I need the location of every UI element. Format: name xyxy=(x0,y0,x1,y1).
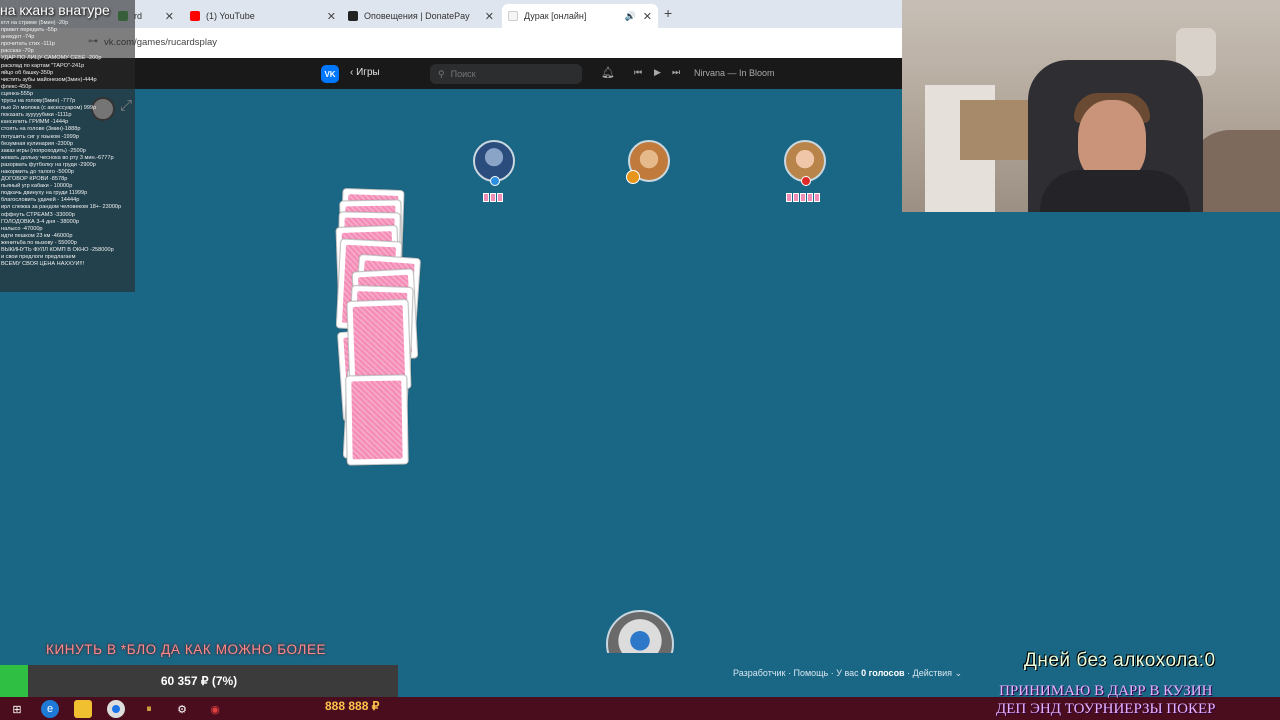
price-list-item: прочитать стих -111р xyxy=(1,41,55,48)
price-list-item: показать зууууубики -1111р xyxy=(1,112,72,119)
help-link[interactable]: Помощь xyxy=(793,668,828,678)
bell-icon[interactable]: 🔔︎ xyxy=(601,66,615,79)
price-list-item: заказ игры (попроходить) -2500р xyxy=(1,147,86,154)
votes-link[interactable]: 0 голосов xyxy=(861,668,904,678)
donatepay-icon xyxy=(348,11,358,21)
player-status-badge xyxy=(801,176,811,186)
play-icon[interactable]: ▶ xyxy=(654,67,661,78)
chrome-icon[interactable] xyxy=(107,700,125,718)
price-list-item: благословить удачей - 14444р xyxy=(1,197,80,204)
balance-display: 888 888 ₽ xyxy=(325,699,380,713)
promo-text: ПРИНИМАЮ В ДАРР В КУЗИН ДЕП ЭНД ТОУРНИЕР… xyxy=(996,682,1216,718)
new-tab-button[interactable]: + xyxy=(664,5,672,21)
player-card-count xyxy=(483,193,503,202)
price-list-item: анекдот -74р xyxy=(1,34,35,41)
price-list-item: ирл слежка за рандом человеком 18+- 2300… xyxy=(1,204,122,211)
promo-line: ДЕП ЭНД ТОУРНИЕРЗЫ ПОКЕР xyxy=(996,701,1216,717)
browser-tabbar: rd ✕ (1) YouTube ✕ Оповещения | DonatePa… xyxy=(0,0,902,28)
tab-youtube[interactable]: (1) YouTube ✕ xyxy=(184,4,342,28)
tab-label: (1) YouTube xyxy=(206,11,255,21)
gift-icon xyxy=(626,170,640,184)
price-list-item: стоять на голове (3мин)-1888р xyxy=(1,126,81,133)
price-list-item: ВЫКИНУТЬ ФУЛЛ КОМП В ОКНО -258000р xyxy=(1,247,114,253)
price-list-item: женитьба по вызову - 55000р xyxy=(1,239,77,246)
close-icon[interactable]: ✕ xyxy=(165,10,174,23)
tab-label: rd xyxy=(134,11,143,21)
price-list-item: ГОЛОДОВКА 3-4 дня - 38000р xyxy=(1,218,79,225)
donation-goal-bar: 60 357 ₽ (7%) xyxy=(0,665,398,697)
tab-durak[interactable]: Дурак [онлайн] 🔊 ✕ xyxy=(502,4,658,28)
price-list-item: подкачь двинуху на груди 11999р xyxy=(1,190,88,197)
obs-icon[interactable]: ⚙ xyxy=(173,700,191,718)
card-back xyxy=(345,374,409,466)
price-list-item: ктл на стриме (5мин) -20р xyxy=(1,20,69,26)
price-list-item: накормить до талого -5000р xyxy=(1,168,74,175)
back-label: Игры xyxy=(356,67,380,78)
webcam-arm xyxy=(1190,130,1280,212)
price-list-item: кансилить ГРИММ -1444р xyxy=(1,119,69,126)
price-list-item: чистить зубы майонезом(3мин)-444р xyxy=(1,76,97,83)
search-input[interactable]: ⚲ Поиск xyxy=(430,64,582,84)
start-icon[interactable]: ⊞ xyxy=(8,700,26,718)
webcam-box xyxy=(960,100,1030,160)
promo-line: ПРИНИМАЮ В ДАРР В КУЗИН xyxy=(999,683,1213,699)
price-list-item: идти пешком 23 км -46000р xyxy=(1,232,73,239)
footer-links: Разработчик · Помощь · У вас 0 голосов ·… xyxy=(733,668,963,678)
tab-label: Оповещения | DonatePay xyxy=(364,11,470,21)
search-placeholder: Поиск xyxy=(450,69,476,79)
developer-link[interactable]: Разработчик xyxy=(733,668,785,678)
stream-title: на кханз внатуре xyxy=(0,2,110,18)
price-list-item: сценка-555р xyxy=(1,90,34,97)
folder-icon[interactable] xyxy=(74,700,92,718)
webcam-body xyxy=(1040,170,1190,212)
chevron-down-icon: ⌄ xyxy=(954,668,963,678)
price-list-item: трусы на голову(5мин) -777р xyxy=(1,98,76,105)
price-list-item: пьяный угр кабаки - 10000р xyxy=(1,183,73,190)
price-list-item: пью 2л молока (с аксессуаром) 999р xyxy=(1,105,97,112)
price-list-panel: ктл на стриме (5мин) -20р привет передать… xyxy=(0,0,135,292)
votes-prefix: У вас xyxy=(836,668,859,678)
vk-header: VK ‹ Игры ⚲ Поиск 🔔︎ ⏮ ▶ ⏭ Nirvana — In … xyxy=(0,58,902,89)
price-list-item: УДАР ПО ЛИЦУ САМОМУ СЕБЕ -200р xyxy=(1,55,102,62)
tab-donatepay[interactable]: Оповещения | DonatePay ✕ xyxy=(342,4,500,28)
edge-icon[interactable]: e xyxy=(41,700,59,718)
price-list-item: яйцо об башку-350р xyxy=(1,69,54,76)
price-list-item: налысо -47000р xyxy=(1,225,43,232)
player-card-count xyxy=(786,193,820,202)
now-playing[interactable]: Nirvana — In Bloom xyxy=(694,68,775,78)
pause-icon[interactable]: ⏸ xyxy=(140,700,158,718)
price-list-item: флекс-450р xyxy=(1,83,32,90)
sober-days-counter: Дней без алкохола:0 xyxy=(1024,650,1216,671)
price-list-item: жевать дольку чеснока во рту 3 мин.-6777… xyxy=(1,154,114,161)
price-list-item: и свои предлоги предлагаем xyxy=(1,254,76,261)
price-list-item: потушить сиг у языком -1999р xyxy=(1,133,80,140)
price-list-item: рассказ -70р xyxy=(1,48,34,55)
tab-label: Дурак [онлайн] xyxy=(524,11,587,21)
previous-track-icon[interactable]: ⏮ xyxy=(634,67,642,78)
player-status-badge xyxy=(490,176,500,186)
price-list-item: ДОГОВОР КРОВИ -8578р xyxy=(1,176,68,183)
recorder-icon[interactable]: ◉ xyxy=(206,700,224,718)
durak-icon xyxy=(508,11,518,21)
donation-goal-amount: 60 357 ₽ (7%) xyxy=(160,674,238,688)
close-icon[interactable]: ✕ xyxy=(485,10,494,23)
next-track-icon[interactable]: ⏭ xyxy=(672,67,680,78)
close-icon[interactable]: ✕ xyxy=(643,10,652,23)
price-list-item: оффнуть СТРЕАМЗ -33000р xyxy=(1,211,75,218)
close-icon[interactable]: ✕ xyxy=(327,10,336,23)
address-bar[interactable]: ⊶ vk.com/games/rucardsplay xyxy=(0,28,902,58)
vk-logo-icon[interactable]: VK xyxy=(321,65,339,83)
youtube-icon xyxy=(190,11,200,21)
price-list-item: разорвать футболку на груди -2900р xyxy=(1,161,96,168)
price-list-item: безумная кулинария -2300р xyxy=(1,140,74,147)
price-list-item: ВСЕМУ СВОЯ ЦЕНА НАХХУЙ!!! xyxy=(1,261,85,268)
back-to-games-link[interactable]: ‹ Игры xyxy=(350,67,380,78)
search-icon: ⚲ xyxy=(438,68,445,79)
donation-goal-title: КИНУТЬ В *БЛО ДА КАК МОЖНО БОЛЕЕ xyxy=(46,642,327,657)
price-list-item: расклад по картам "ТАРО"-241р xyxy=(1,62,85,69)
actions-menu[interactable]: Действия xyxy=(913,668,952,678)
speaker-icon[interactable]: 🔊 xyxy=(625,11,636,22)
price-list-item: привет передать -55р xyxy=(1,27,57,34)
